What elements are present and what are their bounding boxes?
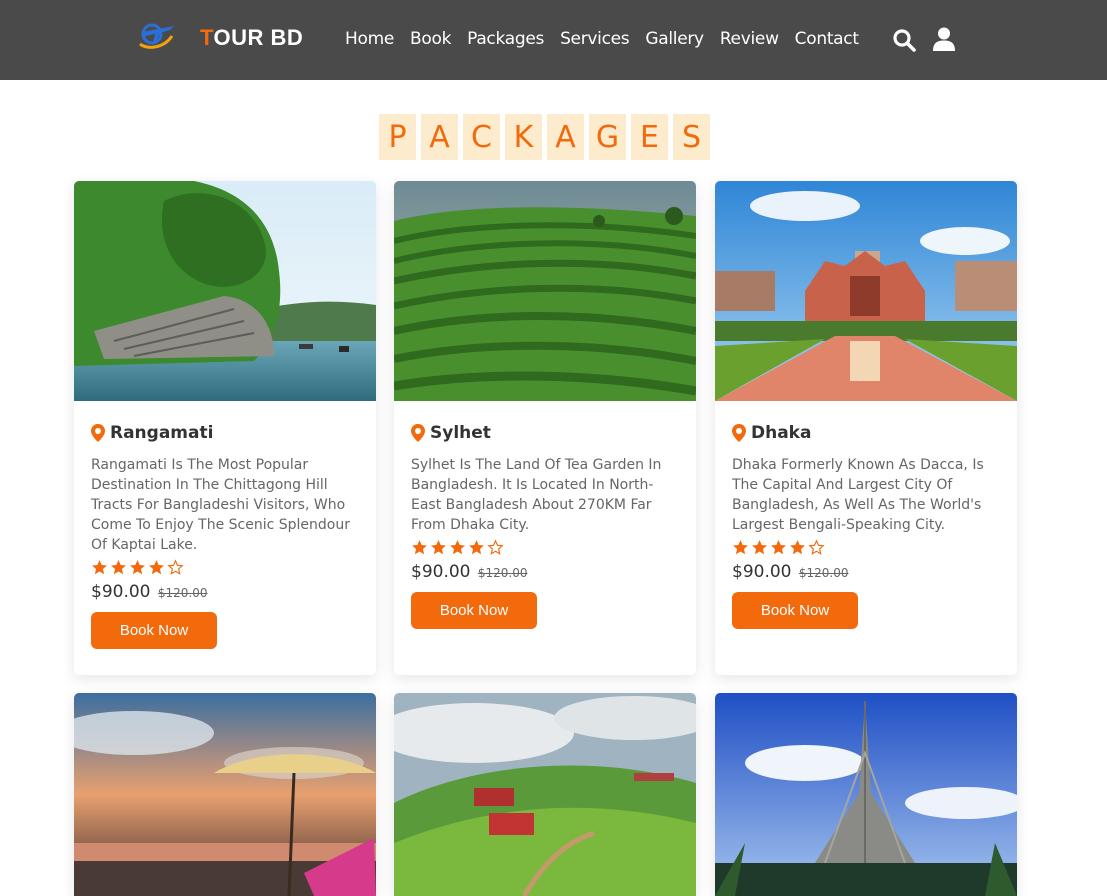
brand-logo[interactable]: TOUR BD xyxy=(200,25,303,51)
old-price: $120.00 xyxy=(157,586,208,600)
package-title-text: Sylhet xyxy=(430,423,491,443)
package-image-hills xyxy=(394,693,696,896)
package-image-beach xyxy=(74,693,376,896)
nav-packages[interactable]: Packages xyxy=(467,29,544,49)
star-icon xyxy=(412,540,427,555)
star-icon xyxy=(469,540,484,555)
package-title: Dhaka xyxy=(732,423,1000,443)
heading-letter: G xyxy=(589,114,626,160)
heading-letter: P xyxy=(379,114,416,160)
package-title: Rangamati xyxy=(91,423,359,443)
old-price: $120.00 xyxy=(477,566,528,580)
plane-globe-icon[interactable] xyxy=(134,16,178,52)
current-price: $90.00 xyxy=(732,562,792,582)
package-card-rangamati: Rangamati Rangamati Is The Most Popular … xyxy=(74,181,376,675)
star-icon xyxy=(111,560,126,575)
package-card-dhaka: Dhaka Dhaka Formerly Known As Dacca, Is … xyxy=(715,181,1017,675)
package-card-hills xyxy=(394,693,696,896)
nav-services[interactable]: Services xyxy=(560,29,630,49)
package-image-monument xyxy=(715,693,1017,896)
star-icon xyxy=(149,560,164,575)
star-icon xyxy=(771,540,786,555)
package-card-beach xyxy=(74,693,376,896)
star-icon xyxy=(431,540,446,555)
brand-name-rest: OUR BD xyxy=(213,25,304,50)
old-price: $120.00 xyxy=(798,566,849,580)
current-price: $90.00 xyxy=(411,562,471,582)
package-image-dhaka xyxy=(715,181,1017,401)
rating-stars xyxy=(732,539,1000,556)
map-marker-icon xyxy=(91,424,105,442)
search-icon[interactable] xyxy=(892,28,916,52)
section-heading: P A C K A G E S xyxy=(379,114,710,160)
star-icon xyxy=(790,540,805,555)
user-icon[interactable] xyxy=(933,27,955,51)
main-nav: Home Book Packages Services Gallery Revi… xyxy=(345,29,875,49)
book-now-button[interactable]: Book Now xyxy=(91,612,217,649)
star-icon xyxy=(92,560,107,575)
package-card-sylhet: Sylhet Sylhet Is The Land Of Tea Garden … xyxy=(394,181,696,675)
package-image-sylhet xyxy=(394,181,696,401)
book-now-button[interactable]: Book Now xyxy=(732,592,858,629)
package-price: $90.00 $120.00 xyxy=(91,582,359,602)
nav-gallery[interactable]: Gallery xyxy=(645,29,704,49)
package-price: $90.00 $120.00 xyxy=(732,562,1000,582)
brand-first-letter: T xyxy=(200,25,214,50)
heading-letter: C xyxy=(463,114,500,160)
package-price: $90.00 $120.00 xyxy=(411,562,679,582)
nav-home[interactable]: Home xyxy=(345,29,394,49)
star-icon xyxy=(130,560,145,575)
nav-contact[interactable]: Contact xyxy=(795,29,859,49)
star-icon xyxy=(450,540,465,555)
nav-book[interactable]: Book xyxy=(410,29,451,49)
heading-letter: A xyxy=(547,114,584,160)
heading-letter: E xyxy=(631,114,668,160)
package-description: Rangamati Is The Most Popular Destinatio… xyxy=(91,457,350,553)
map-marker-icon xyxy=(411,424,425,442)
heading-letter: A xyxy=(421,114,458,160)
package-image-rangamati xyxy=(74,181,376,401)
rating-stars xyxy=(91,559,359,576)
site-header: TOUR BD Home Book Packages Services Gall… xyxy=(0,0,1107,80)
package-title: Sylhet xyxy=(411,423,679,443)
heading-letter: K xyxy=(505,114,542,160)
star-icon xyxy=(733,540,748,555)
package-description: Sylhet Is The Land Of Tea Garden In Bang… xyxy=(411,457,662,533)
star-outline-icon xyxy=(167,559,184,575)
rating-stars xyxy=(411,539,679,556)
package-description: Dhaka Formerly Known As Dacca, Is The Ca… xyxy=(732,457,984,533)
nav-review[interactable]: Review xyxy=(720,29,779,49)
book-now-button[interactable]: Book Now xyxy=(411,592,537,629)
package-title-text: Dhaka xyxy=(751,423,812,443)
map-marker-icon xyxy=(732,424,746,442)
star-outline-icon xyxy=(808,539,825,555)
star-outline-icon xyxy=(487,539,504,555)
package-card-monument xyxy=(715,693,1017,896)
current-price: $90.00 xyxy=(91,582,151,602)
star-icon xyxy=(752,540,767,555)
package-title-text: Rangamati xyxy=(110,423,214,443)
heading-letter: S xyxy=(673,114,710,160)
